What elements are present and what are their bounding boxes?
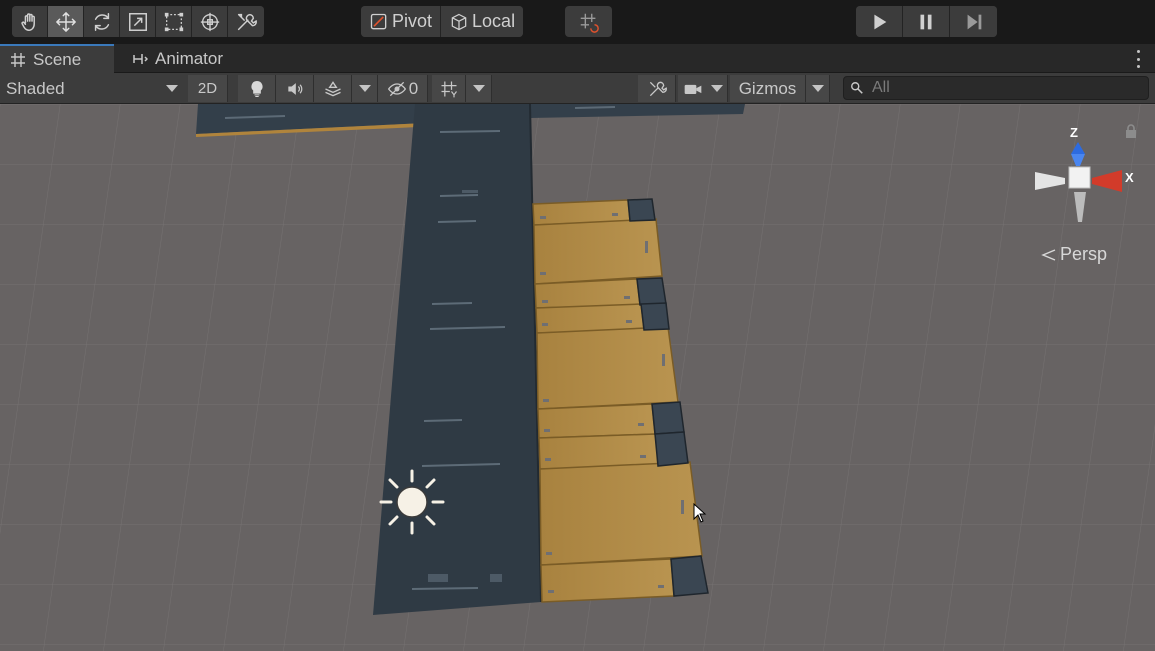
grid-snap-button[interactable] bbox=[565, 6, 612, 37]
chevron-down-icon bbox=[358, 85, 371, 92]
sun-light-icon[interactable] bbox=[379, 469, 445, 535]
local-cube-icon bbox=[451, 13, 467, 30]
main-toolbar: Pivot Local bbox=[0, 0, 1155, 44]
rotate-icon bbox=[94, 12, 109, 31]
animator-icon bbox=[133, 53, 148, 64]
tab-animator-label: Animator bbox=[155, 48, 224, 68]
rotate-tool-button[interactable] bbox=[84, 6, 120, 37]
local-label: Local bbox=[472, 11, 516, 31]
scene-search-input[interactable]: All bbox=[843, 76, 1149, 100]
mode-2d-toggle[interactable]: 2D bbox=[188, 75, 228, 102]
projection-toggle[interactable]: Persp bbox=[1041, 244, 1107, 265]
scene-visibility-toggle[interactable]: 0 bbox=[378, 75, 428, 102]
grid-toggle[interactable] bbox=[432, 75, 466, 102]
chevron-down-icon bbox=[710, 85, 723, 92]
editor-tab-bar: Scene Animator bbox=[0, 44, 1155, 73]
gizmo-axis-z-label: Z bbox=[1070, 125, 1078, 140]
handle-position-group: Pivot Local bbox=[361, 6, 524, 37]
play-button[interactable] bbox=[856, 6, 903, 37]
step-button[interactable] bbox=[950, 6, 997, 37]
gizmos-dropdown[interactable] bbox=[806, 75, 830, 102]
lock-icon[interactable] bbox=[1124, 124, 1138, 138]
scene-view-toolbar: Shaded 2D 0 Gizmos All bbox=[0, 73, 1155, 104]
search-icon bbox=[851, 82, 863, 94]
hand-icon bbox=[20, 12, 35, 31]
hand-tool-button[interactable] bbox=[12, 6, 48, 37]
scene-viewport[interactable]: Z X Persp bbox=[0, 104, 1155, 651]
camera-settings-button[interactable] bbox=[678, 75, 728, 102]
effects-dropdown[interactable] bbox=[352, 75, 378, 102]
tools-icon bbox=[649, 81, 667, 96]
scene-render[interactable]: Z X bbox=[0, 104, 1155, 651]
audio-toggle[interactable] bbox=[276, 75, 314, 102]
step-icon bbox=[967, 14, 981, 29]
scale-tool-button[interactable] bbox=[120, 6, 156, 37]
shading-mode-dropdown[interactable]: Shaded bbox=[6, 73, 178, 104]
playmode-group bbox=[856, 6, 997, 37]
grid-dropdown[interactable] bbox=[466, 75, 492, 102]
search-placeholder: All bbox=[872, 79, 890, 96]
mode-2d-label: 2D bbox=[197, 80, 218, 97]
effects-toggle[interactable] bbox=[314, 75, 352, 102]
pivot-icon bbox=[370, 13, 387, 29]
transform-tools-group bbox=[12, 6, 264, 37]
tools-icon bbox=[237, 13, 257, 30]
gizmos-button[interactable]: Gizmos bbox=[730, 75, 806, 102]
rect-tool-button[interactable] bbox=[156, 6, 192, 37]
gizmos-label: Gizmos bbox=[738, 78, 797, 98]
camera-icon bbox=[684, 84, 701, 94]
chevron-down-icon bbox=[166, 85, 178, 92]
tab-animator[interactable]: Animator bbox=[122, 44, 233, 73]
speaker-icon bbox=[287, 82, 302, 95]
layers-icon bbox=[324, 80, 341, 96]
lighting-toggle[interactable] bbox=[238, 75, 276, 102]
move-tool-button[interactable] bbox=[48, 6, 84, 37]
pause-button[interactable] bbox=[903, 6, 950, 37]
gizmo-axis-x-label: X bbox=[1125, 170, 1134, 185]
move-icon bbox=[55, 11, 76, 32]
transform-tool-button[interactable] bbox=[192, 6, 228, 37]
rect-transform-icon bbox=[164, 12, 183, 31]
lightbulb-icon bbox=[251, 80, 262, 97]
play-icon bbox=[874, 14, 887, 29]
shading-mode-label: Shaded bbox=[6, 78, 65, 98]
chevron-down-icon bbox=[472, 85, 485, 92]
tool-settings-button[interactable] bbox=[638, 75, 676, 102]
hidden-count: 0 bbox=[408, 78, 419, 98]
tab-options-menu-icon[interactable] bbox=[1135, 50, 1141, 68]
scale-icon bbox=[128, 12, 147, 31]
projection-label: Persp bbox=[1060, 244, 1108, 264]
pause-icon bbox=[920, 14, 932, 29]
hash-grid-icon bbox=[11, 52, 25, 67]
transform-icon bbox=[200, 12, 219, 31]
snap-group bbox=[565, 6, 612, 37]
tab-scene-label: Scene bbox=[33, 49, 82, 69]
pivot-toggle[interactable]: Pivot bbox=[361, 6, 442, 37]
local-toggle[interactable]: Local bbox=[441, 6, 524, 37]
custom-tool-button[interactable] bbox=[228, 6, 264, 37]
chevron-down-icon bbox=[811, 85, 824, 92]
perspective-icon bbox=[1041, 248, 1056, 261]
tab-scene[interactable]: Scene bbox=[0, 44, 114, 73]
pivot-label: Pivot bbox=[392, 11, 433, 31]
grid-snap-icon bbox=[580, 13, 599, 33]
eye-hidden-icon bbox=[387, 81, 406, 96]
grid-y-icon bbox=[441, 81, 457, 97]
